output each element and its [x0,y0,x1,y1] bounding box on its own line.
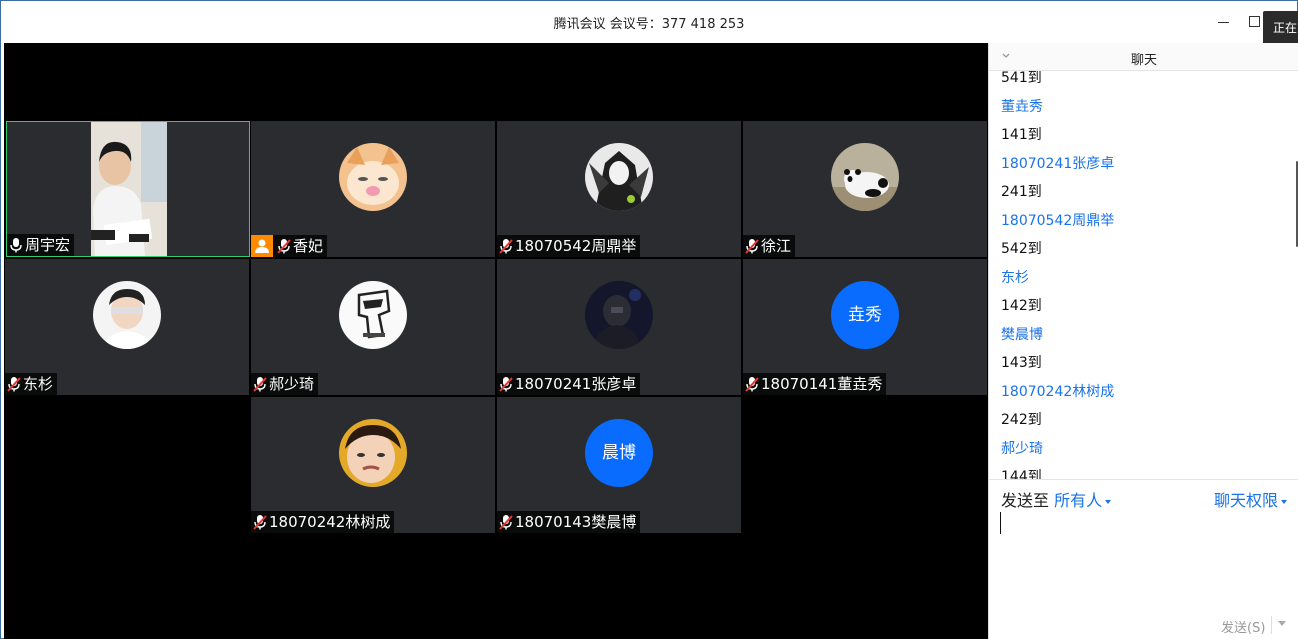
meeting-window: 腾讯会议 会议号：377 418 253 正在 周宇宏 香妃 18070542周… [0,0,1298,639]
participant-name-tag: 18070242林树成 [251,511,395,533]
participant-video [91,122,167,256]
send-divider [1271,616,1272,634]
chat-header: 聊天 [989,43,1298,71]
participant-name-tag: 徐江 [743,235,796,257]
participant-name-tag: 18070542周鼎举 [497,235,641,257]
send-to-selector[interactable]: 发送至 所有人 [1001,487,1112,511]
participant-tile[interactable]: 徐江 [743,121,987,257]
chat-message-sender[interactable]: 18070542周鼎举 [1001,210,1114,230]
mic-muted-icon [745,376,759,392]
participant-avatar [93,281,161,349]
participant-name-tag: 香妃 [251,235,328,257]
send-to-target[interactable]: 所有人 [1054,491,1102,510]
maximize-button[interactable] [1244,11,1264,31]
chat-message-text: 143到 [1001,355,1042,371]
participant-name-tag: 周宇宏 [7,234,75,256]
send-to-label: 发送至 [1001,491,1050,510]
participant-avatar [831,143,899,211]
video-frame-image [91,122,167,256]
chat-message-text: 142到 [1001,298,1042,314]
minimize-button[interactable] [1214,11,1234,31]
host-icon [251,235,273,257]
participant-tile[interactable]: 垚秀 18070141董垚秀 [743,259,987,395]
send-button[interactable]: 发送(S) [1221,617,1265,636]
participant-name: 18070241张彦卓 [515,375,637,393]
mic-muted-icon [277,238,291,254]
participant-avatar [585,143,653,211]
mic-muted-icon [7,376,21,392]
participant-tile[interactable]: 香妃 [251,121,495,257]
participant-name: 东杉 [23,375,54,393]
chat-title: 聊天 [1130,53,1157,68]
participant-name-tag: 18070141董垚秀 [743,373,887,395]
chat-message-sender[interactable]: 樊晨博 [1001,324,1043,344]
participant-name: 周宇宏 [25,236,71,254]
participant-tile[interactable]: 18070241张彦卓 [497,259,741,395]
chat-message-list[interactable]: 541到 董垚秀 141到 18070241张彦卓 241到 18070542周… [989,71,1298,479]
participant-avatar [339,419,407,487]
participant-text-avatar: 垚秀 [831,281,899,349]
caret-down-icon[interactable] [1105,499,1112,504]
mic-muted-icon [499,514,513,530]
participant-avatar [585,281,653,349]
chat-message-text: 541到 [1001,71,1042,86]
chat-message-text: 241到 [1001,184,1042,200]
participant-name: 徐江 [761,237,792,255]
chat-message-text: 141到 [1001,127,1042,143]
participant-name: 18070143樊晨博 [515,513,637,531]
participant-tile[interactable]: 东杉 [5,259,249,395]
chat-permission-menu[interactable]: 聊天权限 [1214,487,1287,511]
participant-name: 18070542周鼎举 [515,237,637,255]
chat-message-text: 542到 [1001,241,1042,257]
chat-message-sender[interactable]: 18070241张彦卓 [1001,153,1114,173]
caret-down-icon[interactable] [1281,499,1287,504]
participant-name-tag: 东杉 [5,373,58,395]
participant-name: 18070242林树成 [269,513,391,531]
participant-name-tag: 郝少琦 [251,373,319,395]
chat-panel: 聊天 541到 董垚秀 141到 18070241张彦卓 241到 180705… [988,43,1298,639]
chat-permission-label: 聊天权限 [1213,491,1278,510]
video-grid: 周宇宏 香妃 18070542周鼎举 徐江 东杉 郝少琦 18070241张彦卓… [4,43,988,639]
mic-muted-icon [499,238,513,254]
title-bar: 腾讯会议 会议号：377 418 253 正在 [1,1,1298,45]
chat-message-sender[interactable]: 18070242林树成 [1001,381,1114,401]
participant-tile[interactable]: 18070242林树成 [251,397,495,533]
mic-muted-icon [499,376,513,392]
participant-tile[interactable]: 周宇宏 [6,121,250,257]
chat-message-sender[interactable]: 董垚秀 [1001,96,1043,116]
chat-message-sender[interactable]: 郝少琦 [1001,438,1043,458]
chat-message-text: 144到 [1001,469,1042,479]
participant-text-avatar: 晨博 [585,419,653,487]
participant-tile[interactable]: 郝少琦 [251,259,495,395]
participant-name-tag: 18070241张彦卓 [497,373,641,395]
participant-tile[interactable]: 晨博 18070143樊晨博 [497,397,741,533]
participant-name-tag: 18070143樊晨博 [497,511,641,533]
mic-muted-icon [253,376,267,392]
mic-muted-icon [745,238,759,254]
send-options-chevron-icon[interactable] [1278,621,1286,626]
text-cursor[interactable] [1000,512,1001,534]
participant-name: 18070141董垚秀 [761,375,883,393]
participant-name: 香妃 [293,237,324,255]
mic-muted-icon [253,514,267,530]
mic-on-icon [9,237,23,253]
speaking-tooltip: 正在 [1263,11,1298,45]
participant-avatar [339,143,407,211]
chat-message-text: 242到 [1001,412,1042,428]
chat-message-sender[interactable]: 东杉 [1001,267,1029,287]
participant-avatar [339,281,407,349]
window-title: 腾讯会议 会议号：377 418 253 [553,17,745,32]
participant-name: 郝少琦 [269,375,315,393]
participant-tile[interactable]: 18070542周鼎举 [497,121,741,257]
chat-compose: 发送至 所有人 聊天权限 发送(S) [989,479,1298,639]
